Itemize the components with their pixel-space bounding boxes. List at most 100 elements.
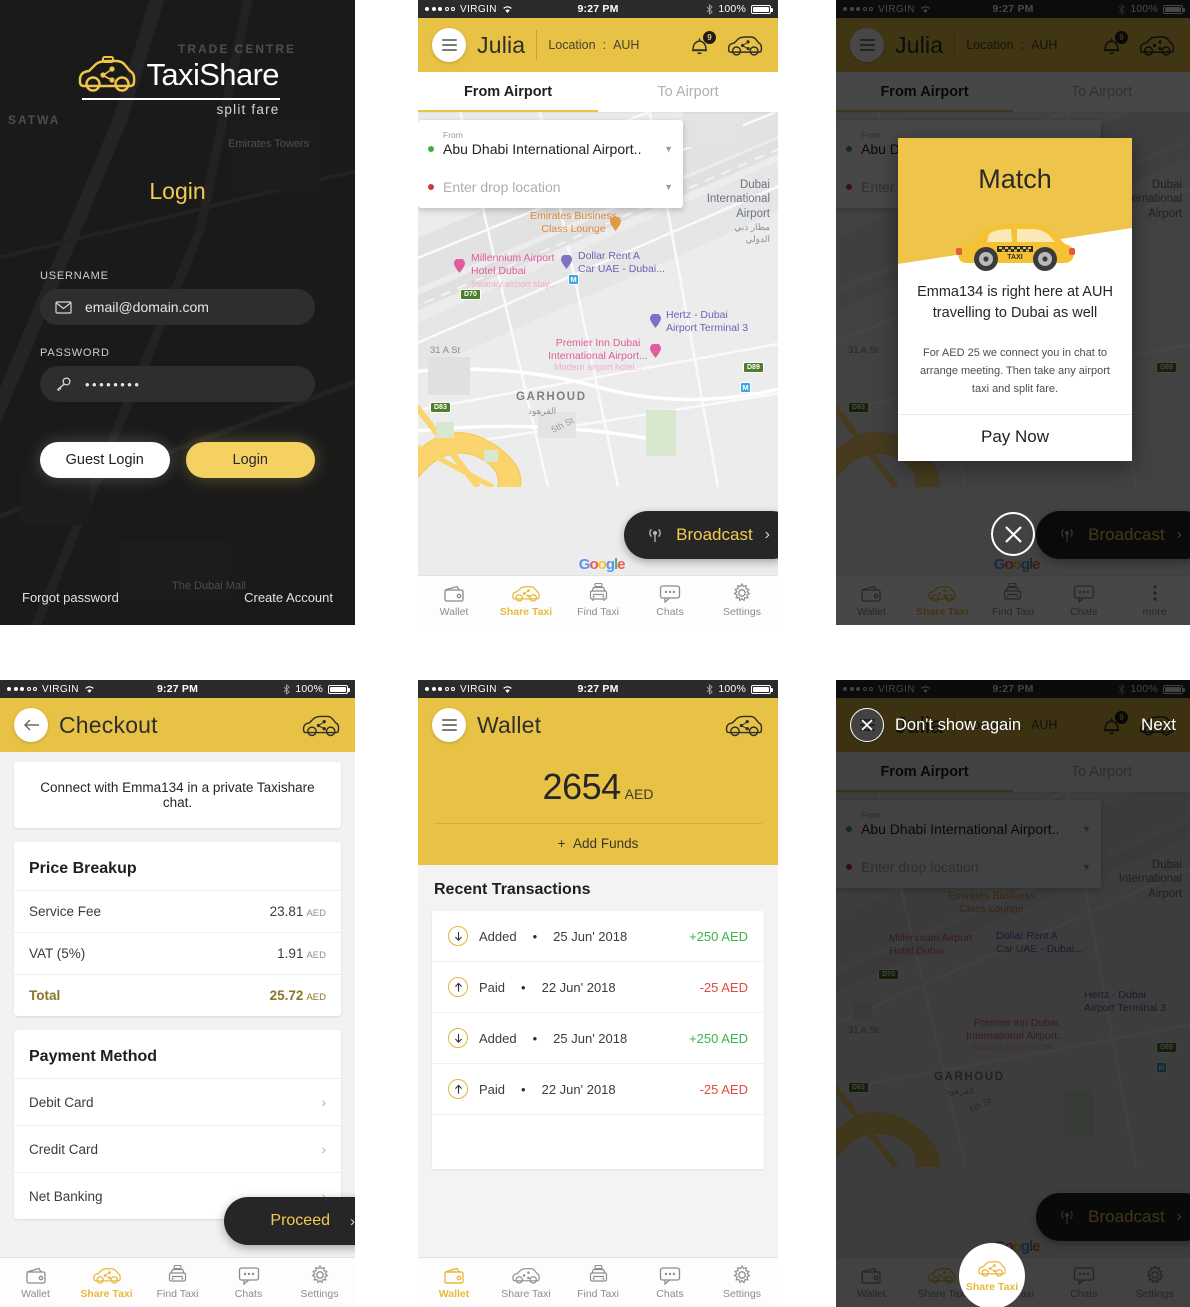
menu-button[interactable] [432, 708, 466, 742]
nav-share-taxi[interactable]: Share Taxi [490, 1265, 562, 1300]
nav-settings[interactable]: Settings [706, 1265, 778, 1300]
wallet-icon [443, 1265, 465, 1285]
tab-to-airport[interactable]: To Airport [598, 72, 778, 112]
from-location-row[interactable]: From Abu Dhabi International Airport.. ▼ [418, 120, 683, 173]
share-taxi-icon [92, 1265, 122, 1285]
nav-chats[interactable]: Chats [634, 1265, 706, 1300]
transaction-amount: -25 AED [699, 1081, 748, 1097]
map-label-dubai-intl: Dubai International Airport [706, 179, 770, 220]
nav-wallet[interactable]: Wallet [418, 583, 490, 618]
page-title: Wallet [477, 711, 542, 738]
nav-settings[interactable]: Settings [706, 583, 778, 618]
nav-chats[interactable]: Chats [634, 583, 706, 618]
nav-settings[interactable]: Settings [284, 1265, 355, 1300]
battery-percent: 100% [718, 683, 746, 695]
onboarding-highlight-label: Share Taxi [965, 1281, 1019, 1293]
forgot-password-link[interactable]: Forgot password [22, 590, 119, 605]
wallet-icon [25, 1265, 47, 1285]
match-modal: Match TAXI Emma134 is right here at AUH … [898, 138, 1132, 462]
nav-share-taxi[interactable]: Share Taxi [490, 583, 562, 618]
notifications-button[interactable]: 9 [689, 30, 716, 57]
nav-wallet[interactable]: Wallet [0, 1265, 71, 1300]
back-button[interactable] [14, 708, 48, 742]
notification-badge: 9 [703, 30, 716, 44]
logo-tagline: split fare [216, 102, 280, 117]
map-label-hertz: Hertz - Dubai Airport Terminal 3 [666, 309, 749, 335]
share-taxi-icon[interactable] [301, 713, 341, 738]
username-field[interactable]: email@domain.com [40, 289, 315, 325]
broadcast-button[interactable]: Broadcast › [624, 511, 778, 559]
share-taxi-icon[interactable] [724, 713, 764, 738]
create-account-link[interactable]: Create Account [244, 590, 333, 605]
logo-rule [81, 98, 280, 100]
onboarding-overlay[interactable] [836, 680, 1190, 1307]
transactions-list: Added • 25 Jun' 2018 +250 AED Paid • 22 … [432, 911, 764, 1169]
pay-now-button[interactable]: Pay Now [898, 414, 1132, 461]
payment-method-title: Payment Method [29, 1048, 158, 1065]
bullet-separator: • [521, 1081, 526, 1097]
nav-share-taxi[interactable]: Share Taxi [71, 1265, 142, 1300]
close-modal-button[interactable] [991, 512, 1035, 556]
recent-transactions-title: Recent Transactions [434, 881, 591, 898]
map-metro-icon-1: M [568, 274, 579, 285]
nav-find-taxi[interactable]: Find Taxi [562, 583, 634, 618]
dont-show-again-button[interactable] [850, 708, 884, 742]
balance-currency: AED [624, 786, 654, 802]
transaction-row[interactable]: Added • 25 Jun' 2018 +250 AED [432, 1013, 764, 1064]
bottom-nav: Wallet Share Taxi Find Taxi Chats Settin… [418, 575, 778, 625]
screen-login: TRADE CENTRE SATWA Emirates Towers The D… [0, 0, 355, 625]
map-pin-emirates-lounge [610, 217, 621, 231]
proceed-button[interactable]: Proceed › [224, 1197, 355, 1245]
share-taxi-icon [511, 583, 541, 603]
screenshot-grid: TRADE CENTRE SATWA Emirates Towers The D… [0, 0, 1190, 1307]
gutter [355, 0, 418, 625]
drop-location-row[interactable]: Enter drop location ▼ [418, 166, 683, 208]
bottom-nav: Wallet Share Taxi Find Taxi Chats Settin… [418, 1257, 778, 1307]
guest-login-button[interactable]: Guest Login [40, 442, 170, 478]
taxi-illustration: TAXI [956, 224, 1075, 271]
divider [536, 30, 538, 60]
map-view[interactable]: Dubai Duty Free Dubai International Airp… [418, 112, 778, 575]
transaction-row[interactable]: Paid • 22 Jun' 2018 -25 AED [432, 962, 764, 1013]
payment-method-credit-card[interactable]: Credit Card › [14, 1125, 341, 1172]
transaction-date: 22 Jun' 2018 [541, 1081, 616, 1097]
add-funds-button[interactable]: + Add Funds [418, 824, 778, 851]
onboarding-next-button[interactable]: Next [1141, 715, 1176, 735]
nav-label-chats: Chats [656, 606, 684, 618]
price-currency: AED [306, 908, 326, 919]
chevron-right-icon: › [764, 526, 770, 543]
map-pin-dollar-rent [561, 255, 572, 269]
match-subtext: For AED 25 we connect you in chat to arr… [920, 347, 1110, 396]
chevron-down-icon-drop[interactable]: ▼ [664, 182, 673, 192]
screen-wallet: VIRGIN 9:27 PM 100% Wallet 2654 AED + Ad… [418, 680, 778, 1307]
password-field[interactable]: •••••••• [40, 366, 315, 402]
share-taxi-icon[interactable] [726, 34, 764, 57]
location-sep: : [602, 38, 607, 52]
dont-show-again-label[interactable]: Don't show again [895, 716, 1021, 735]
row-gutter [0, 625, 1190, 680]
nav-find-taxi[interactable]: Find Taxi [142, 1265, 213, 1300]
page-title: Checkout [59, 711, 158, 738]
location-display: Location : AUH [548, 38, 639, 52]
transaction-date: 25 Jun' 2018 [553, 1030, 628, 1046]
menu-button[interactable] [432, 28, 466, 62]
screen-checkout: VIRGIN 9:27 PM 100% Checkout Connect wit… [0, 680, 355, 1307]
price-label: VAT (5%) [29, 946, 86, 961]
tab-from-airport[interactable]: From Airport [418, 72, 598, 112]
nav-wallet[interactable]: Wallet [418, 1265, 490, 1300]
transaction-type: Added [479, 1030, 517, 1046]
nav-find-taxi[interactable]: Find Taxi [562, 1265, 634, 1300]
payment-method-debit-card[interactable]: Debit Card › [14, 1078, 341, 1125]
battery-percent: 100% [718, 3, 746, 15]
carrier-name: VIRGIN [460, 683, 497, 695]
payment-method-card: Payment Method Debit Card › Credit Card … [14, 1030, 341, 1219]
chevron-down-icon-from[interactable]: ▼ [664, 144, 673, 154]
nav-chats[interactable]: Chats [213, 1265, 284, 1300]
status-bar: VIRGIN 9:27 PM 100% [0, 680, 355, 698]
gear-icon [732, 1265, 752, 1285]
transaction-row[interactable]: Added • 25 Jun' 2018 +250 AED [432, 911, 764, 962]
onboarding-highlight-share-taxi[interactable]: Share Taxi [959, 1243, 1025, 1307]
nav-label-wallet: Wallet [438, 1288, 470, 1300]
login-button[interactable]: Login [185, 442, 315, 478]
transaction-row[interactable]: Paid • 22 Jun' 2018 -25 AED [432, 1064, 764, 1115]
